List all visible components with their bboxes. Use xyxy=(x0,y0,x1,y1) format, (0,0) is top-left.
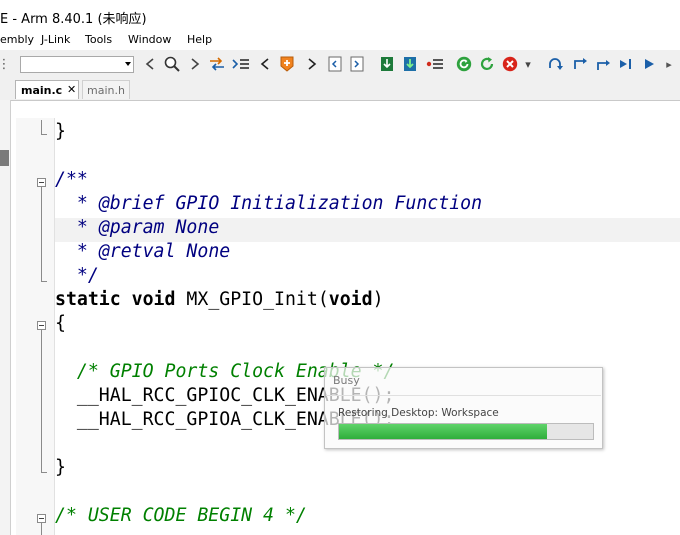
keyword: void xyxy=(131,289,176,310)
doc-text: None xyxy=(164,217,220,238)
reset-icon[interactable] xyxy=(478,55,496,73)
list-icon[interactable] xyxy=(426,55,444,73)
navigate-back-icon[interactable] xyxy=(208,55,226,73)
tab-main-h[interactable]: main.h xyxy=(82,80,130,99)
fold-line xyxy=(41,120,42,134)
code-line[interactable]: } xyxy=(55,456,66,480)
fold-collapse-icon[interactable] xyxy=(37,321,46,330)
next-bookmark-icon[interactable] xyxy=(303,55,321,73)
progress-bar xyxy=(338,423,594,440)
divider xyxy=(326,395,601,396)
dock-selection-marker xyxy=(0,150,9,166)
doc-star: * xyxy=(55,193,99,214)
prev-bookmark-icon[interactable] xyxy=(256,55,274,73)
close-icon[interactable]: ✕ xyxy=(67,83,76,96)
stop-icon[interactable] xyxy=(501,55,519,73)
menu-item-help[interactable]: Help xyxy=(187,33,212,46)
busy-dialog: Busy Restoring Desktop: Workspace xyxy=(324,367,603,449)
menu-item-jlink[interactable]: J-Link xyxy=(41,33,70,46)
chevron-right-icon[interactable] xyxy=(186,55,204,73)
code-line[interactable]: /** xyxy=(55,168,88,192)
toolbar-overflow-icon[interactable]: ⋮ xyxy=(0,55,11,73)
fold-line xyxy=(41,330,42,472)
toggle-bookmark-icon[interactable] xyxy=(278,55,296,73)
step-into-icon[interactable] xyxy=(571,55,589,73)
keyword: void xyxy=(328,289,373,310)
menu-item-assembly[interactable]: embly xyxy=(0,33,34,46)
code-line[interactable]: { xyxy=(55,312,66,336)
menu-item-tools[interactable]: Tools xyxy=(85,33,112,46)
editor-gutter xyxy=(16,118,55,535)
fold-end-marker xyxy=(41,134,47,135)
busy-dialog-title: Busy xyxy=(333,374,360,387)
doc-tag: @param xyxy=(98,217,165,238)
download-alt-icon[interactable] xyxy=(401,55,419,73)
code-line[interactable]: static void MX_GPIO_Init(void) xyxy=(55,288,384,312)
progress-bar-fill xyxy=(339,424,548,439)
keyword: static xyxy=(55,289,121,310)
fold-collapse-icon[interactable] xyxy=(37,178,46,187)
fold-collapse-icon[interactable] xyxy=(37,514,46,523)
download-icon[interactable] xyxy=(378,55,396,73)
code-line[interactable]: */ xyxy=(55,264,99,288)
chevron-down-icon[interactable] xyxy=(125,62,131,66)
bookmark-page-icon[interactable] xyxy=(326,55,344,73)
code-line[interactable]: * @retval None xyxy=(55,240,230,264)
run-icon[interactable] xyxy=(640,55,658,73)
bookmark-list-icon[interactable] xyxy=(232,55,250,73)
tab-main-h-label: main.h xyxy=(87,84,125,97)
run-to-cursor-icon[interactable] xyxy=(617,55,635,73)
fold-end-marker xyxy=(41,281,47,282)
title-bar: E - Arm 8.40.1 (未响应) xyxy=(0,0,680,32)
step-over-icon[interactable] xyxy=(547,55,565,73)
fold-line xyxy=(41,523,42,535)
menu-bar: embly J-Link Tools Window Help xyxy=(0,31,680,50)
search-combo[interactable] xyxy=(20,56,134,73)
code-line[interactable]: /* USER CODE BEGIN 4 */ xyxy=(55,504,307,528)
toolbar-more-icon[interactable]: ▸ xyxy=(662,55,676,73)
window-title: E - Arm 8.40.1 (未响应) xyxy=(0,12,147,27)
editor-top-area xyxy=(14,100,680,119)
function-name: MX_GPIO_Init( xyxy=(175,289,329,310)
menu-item-window[interactable]: Window xyxy=(128,33,171,46)
go-icon[interactable] xyxy=(455,55,473,73)
code-line[interactable]: } xyxy=(55,120,66,144)
doc-tag: @retval xyxy=(98,241,176,262)
doc-star: * xyxy=(55,241,99,262)
chevron-left-icon[interactable] xyxy=(141,55,159,73)
paren: ) xyxy=(372,289,384,310)
bookmark-page2-icon[interactable] xyxy=(348,55,366,73)
code-line[interactable]: * @param None xyxy=(55,216,219,240)
fold-line xyxy=(41,187,42,281)
busy-dialog-message: Restoring Desktop: Workspace xyxy=(338,407,499,419)
doc-text: None xyxy=(175,241,231,262)
magnifier-icon[interactable] xyxy=(163,55,181,73)
doc-tag: @brief xyxy=(98,193,165,214)
step-out-icon[interactable] xyxy=(594,55,612,73)
fold-end-marker xyxy=(41,472,47,473)
tab-main-c[interactable]: main.c ✕ xyxy=(15,80,79,99)
doc-star: * xyxy=(55,217,99,238)
code-line[interactable]: * @brief GPIO Initialization Function xyxy=(55,192,482,216)
doc-text: GPIO Initialization Function xyxy=(164,193,483,214)
toolbar-dropdown-icon[interactable]: ▾ xyxy=(522,55,534,73)
tab-main-c-label: main.c xyxy=(21,84,63,97)
